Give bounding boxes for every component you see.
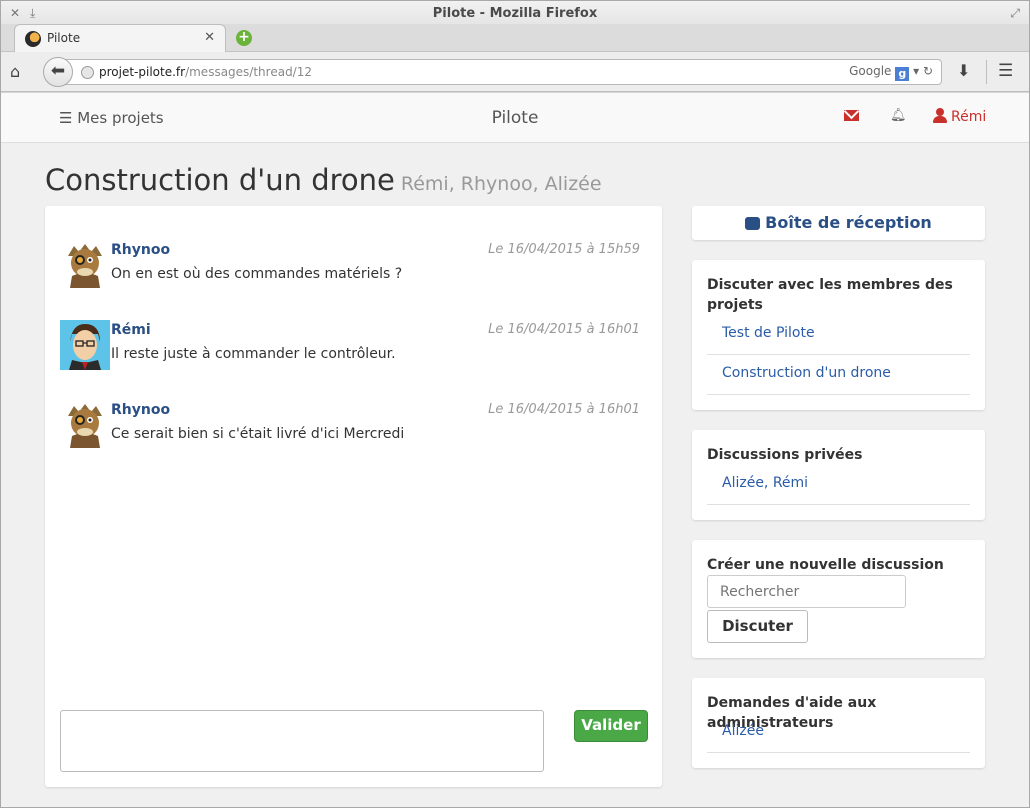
google-icon: g — [895, 67, 910, 81]
message-text: Il reste juste à commander le contrôleur… — [111, 346, 396, 362]
toolbar-divider — [986, 60, 987, 84]
back-arrow-icon[interactable]: ⬅ — [43, 57, 73, 87]
message-author[interactable]: Rhynoo — [111, 242, 170, 258]
message-timestamp: Le 16/04/2015 à 16h01 — [488, 402, 640, 417]
discussion-link[interactable]: Alizée — [707, 713, 970, 753]
url-text[interactable]: projet-pilote.fr/messages/thread/12 — [99, 65, 312, 79]
app-header: ☰ Mes projets Pilote 🔔︎ Rémi — [1, 93, 1029, 143]
inbox-icon — [745, 217, 761, 230]
message-author[interactable]: Rhynoo — [111, 402, 170, 418]
message-panel: Rhynoo Le 16/04/2015 à 15h59 On en est o… — [45, 206, 662, 787]
download-icon[interactable]: ⬇ — [957, 61, 970, 80]
message-text: On en est où des commandes matériels ? — [111, 266, 403, 282]
new-tab-plus-icon[interactable]: + — [236, 30, 252, 46]
page-title: Construction d'un drone Rémi, Rhynoo, Ali… — [45, 163, 602, 197]
remi-avatar — [60, 320, 110, 370]
discussion-link[interactable]: Construction d'un drone — [707, 355, 970, 395]
card-heading: Discussions privées — [707, 447, 863, 463]
discussion-link-label: Alizée, Rémi — [722, 475, 809, 491]
admin-help-card: Demandes d'aide aux administrateurs Aliz… — [692, 678, 985, 768]
card-heading: Discuter avec les membres des projets — [707, 277, 953, 313]
search-engine-selector[interactable]: Google g ▾ ↻ — [849, 64, 933, 81]
submit-button[interactable]: Valider — [574, 710, 648, 742]
tab-label: Pilote — [47, 31, 81, 45]
hamburger-menu-icon[interactable]: ☰ — [998, 61, 1013, 81]
site-identity-icon[interactable] — [81, 66, 94, 79]
private-discussions-card: Discussions privées Alizée, Rémi — [692, 430, 985, 520]
inbox-label: Boîte de réception — [765, 213, 932, 232]
maximize-window-icon[interactable]: ⤢ — [1010, 6, 1020, 21]
message-timestamp: Le 16/04/2015 à 15h59 — [488, 242, 640, 257]
url-bar[interactable]: ⬅ projet-pilote.fr/messages/thread/12 Go… — [43, 57, 942, 87]
discussion-link[interactable]: Test de Pilote — [707, 315, 970, 355]
discussion-link-label: Test de Pilote — [722, 325, 815, 341]
envelope-icon[interactable] — [844, 110, 859, 121]
pilote-favicon-icon — [25, 31, 41, 47]
message-author[interactable]: Rémi — [111, 322, 151, 338]
web-page: ☰ Mes projets Pilote 🔔︎ Rémi Constructio… — [1, 93, 1029, 807]
message-item: Rhynoo Le 16/04/2015 à 15h59 On en est o… — [60, 240, 640, 292]
tab-close-icon[interactable]: ✕ — [204, 30, 215, 45]
discussion-link-label: Construction d'un drone — [722, 365, 891, 381]
thread-title: Construction d'un drone — [45, 163, 395, 197]
discussion-link[interactable]: Alizée, Rémi — [707, 465, 970, 505]
url-path: /messages/thread/12 — [185, 65, 312, 79]
message-item: Rémi Le 16/04/2015 à 16h01 Il reste just… — [60, 320, 640, 372]
user-search-input[interactable] — [707, 575, 906, 608]
dropdown-caret-icon: ▾ — [913, 64, 920, 78]
tab-strip: Pilote ✕ + — [0, 24, 1030, 52]
message-text: Ce serait bien si c'était livré d'ici Me… — [111, 426, 405, 442]
message-textarea[interactable] — [60, 710, 544, 772]
message-timestamp: Le 16/04/2015 à 16h01 — [488, 322, 640, 337]
window-title: Pilote - Mozilla Firefox — [432, 6, 598, 21]
app-brand[interactable]: Pilote — [1, 108, 1029, 128]
inbox-button[interactable]: Boîte de réception — [692, 206, 985, 240]
search-engine-label: Google — [849, 64, 892, 78]
rhynoo-avatar — [60, 240, 110, 290]
message-item: Rhynoo Le 16/04/2015 à 16h01 Ce serait b… — [60, 400, 640, 452]
browser-tab[interactable]: Pilote ✕ — [14, 24, 226, 52]
new-discussion-card: Créer une nouvelle discussion Discuter — [692, 540, 985, 658]
user-icon[interactable] — [933, 108, 947, 124]
rhynoo-avatar — [60, 400, 110, 450]
url-host: projet-pilote.fr — [99, 65, 186, 79]
bell-icon[interactable]: 🔔︎ — [890, 108, 907, 123]
discussion-link-label: Alizée — [722, 723, 764, 739]
home-icon[interactable]: ⌂ — [10, 62, 20, 81]
start-discussion-button[interactable]: Discuter — [707, 610, 808, 643]
browser-navbar: ⌂ ⬅ projet-pilote.fr/messages/thread/12 … — [0, 52, 1030, 92]
thread-participants: Rémi, Rhynoo, Alizée — [400, 173, 602, 195]
current-user-link[interactable]: Rémi — [951, 109, 986, 125]
reload-icon[interactable]: ↻ — [923, 64, 933, 78]
card-heading: Créer une nouvelle discussion — [707, 557, 944, 573]
project-members-card: Discuter avec les membres des projets Te… — [692, 260, 985, 410]
